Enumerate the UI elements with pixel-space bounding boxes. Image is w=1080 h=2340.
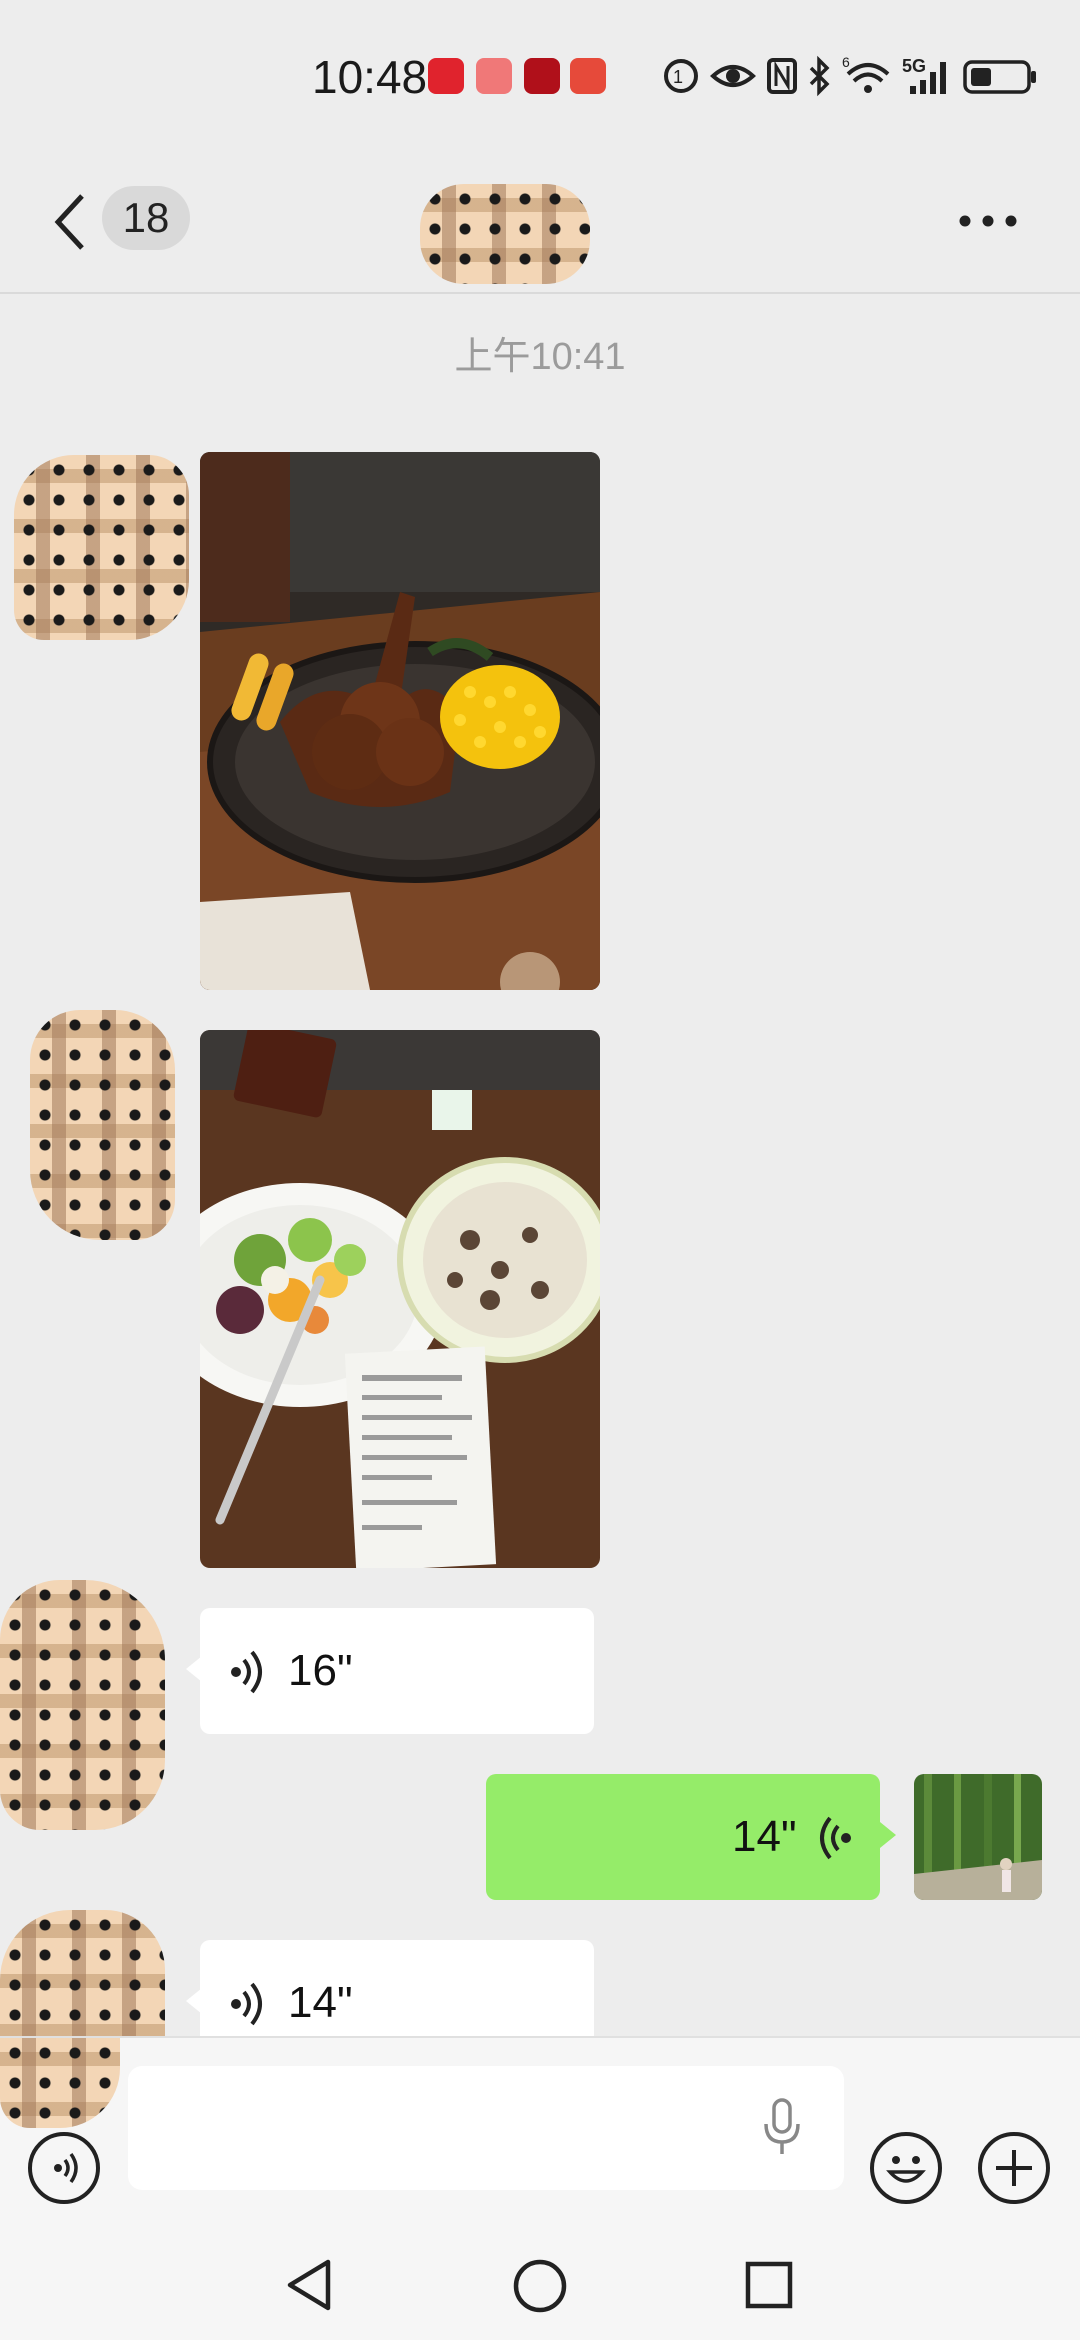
eye-comfort-icon [710, 65, 756, 87]
wifi-6-icon: 6 [842, 54, 890, 93]
system-nav-bar [0, 2226, 1080, 2340]
salad-risotto-photo [200, 1030, 600, 1568]
voice-message-incoming[interactable]: 16" [200, 1608, 594, 1734]
unread-count-badge[interactable]: 18 [102, 186, 190, 250]
voice-message-incoming[interactable]: 14" [200, 1940, 594, 2036]
app-battery-red-icon [570, 58, 606, 94]
sender-avatar[interactable] [30, 1010, 175, 1240]
status-time: 10:48 [312, 51, 428, 103]
chat-title [420, 200, 590, 260]
status-bar: 10:48 1 6 5G [0, 0, 1080, 160]
emoji-icon [886, 2156, 926, 2183]
huawei-icon [476, 58, 512, 94]
sender-avatar[interactable] [0, 1580, 165, 1830]
plus-icon [996, 2150, 1032, 2186]
message-timestamp: 上午10:41 [454, 336, 626, 378]
more-functions-button[interactable] [978, 2132, 1050, 2204]
app-darkred-icon [524, 58, 560, 94]
voice-duration: 14" [288, 1978, 353, 2027]
steak-photo [200, 452, 600, 990]
input-bar [0, 2036, 1080, 2228]
voice-mode-button[interactable] [28, 2132, 100, 2204]
more-options-icon[interactable] [958, 214, 1018, 228]
voice-wave-icon [820, 1816, 851, 1860]
sender-avatar[interactable] [14, 455, 189, 640]
svg-text:1: 1 [673, 67, 683, 87]
bluetooth-icon [809, 55, 830, 97]
nav-home-icon[interactable] [512, 2258, 568, 2314]
microphone-icon[interactable] [762, 2098, 802, 2158]
voice-message-outgoing[interactable]: 14" [486, 1774, 880, 1900]
svg-text:6: 6 [842, 54, 850, 70]
voice-duration: 16" [288, 1646, 353, 1695]
app-red-icon [428, 58, 464, 94]
image-message[interactable] [200, 1030, 600, 1568]
message-input[interactable] [128, 2066, 844, 2190]
bamboo-avatar-image [914, 1774, 1042, 1900]
n-icon [767, 58, 797, 94]
back-chevron-icon[interactable] [50, 190, 90, 254]
emoji-button[interactable] [870, 2132, 942, 2204]
redacted-avatar-overflow [0, 2038, 120, 2128]
nav-recents-icon[interactable] [744, 2260, 794, 2310]
bubble-tail [880, 1822, 896, 1848]
signal-5g-icon [910, 62, 946, 94]
voice-mode-icon [54, 2152, 78, 2184]
nav-back-icon[interactable] [284, 2258, 334, 2312]
image-message[interactable] [200, 452, 600, 990]
nfc-icon: 1 [664, 59, 698, 93]
voice-wave-icon [231, 1982, 262, 2026]
voice-duration: 14" [732, 1812, 797, 1861]
battery-icon [963, 60, 1036, 94]
chat-header: 18 [0, 160, 1080, 294]
voice-wave-icon [231, 1650, 262, 1694]
self-avatar[interactable] [914, 1774, 1042, 1900]
